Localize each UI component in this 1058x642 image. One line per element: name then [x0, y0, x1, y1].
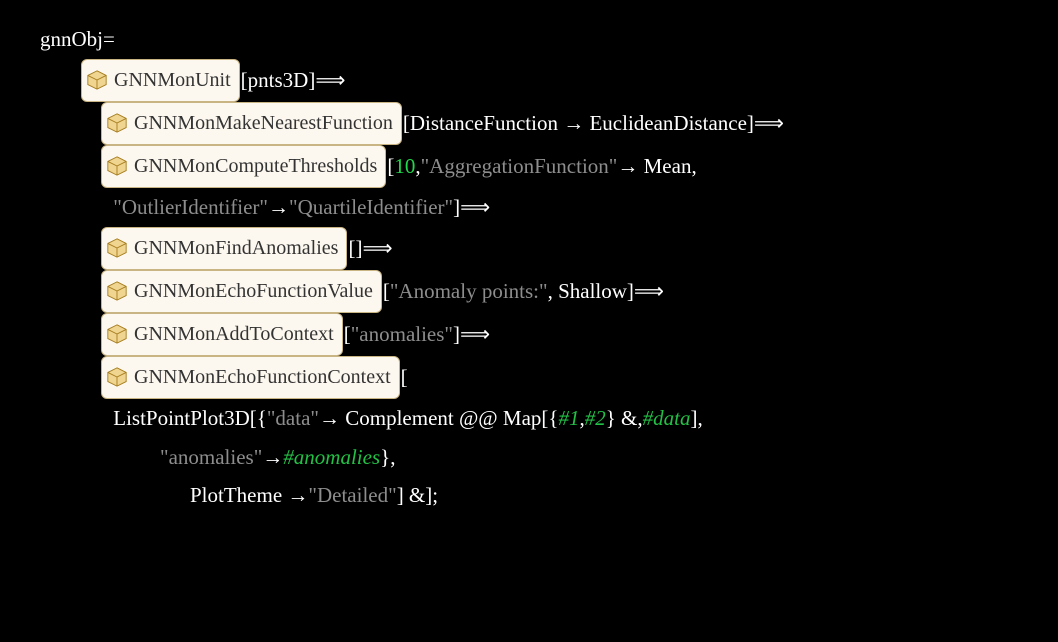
code-line-6: GNNMonFindAnomalies []⟹	[40, 227, 1018, 270]
close-brace: },	[380, 438, 395, 477]
slot-ref: #anomalies	[283, 438, 380, 477]
fn-label: GNNMonEchoFunctionContext	[134, 359, 391, 396]
fn-box-findanomalies[interactable]: GNNMonFindAnomalies	[101, 227, 347, 270]
fn-box-addtocontext[interactable]: GNNMonAddToContext	[101, 313, 343, 356]
code-line-7: GNNMonEchoFunctionValue [ "Anomaly point…	[40, 270, 1018, 313]
fn-label: GNNMonComputeThresholds	[134, 148, 377, 185]
option-key: PlotTheme →	[190, 476, 308, 515]
string-literal: "Anomaly points:"	[390, 272, 548, 311]
fn-box-echocontext[interactable]: GNNMonEchoFunctionContext	[101, 356, 400, 399]
fn-call: ListPointPlot3D[{	[113, 399, 267, 438]
assign-op: =	[103, 20, 115, 59]
fn-label: GNNMonAddToContext	[134, 316, 334, 353]
bracket-open: [	[401, 358, 408, 397]
string-literal: "anomalies"	[351, 315, 453, 354]
cube-icon	[106, 155, 128, 177]
number-literal: 10	[394, 147, 415, 186]
fn-label: GNNMonEchoFunctionValue	[134, 273, 373, 310]
code-block: gnnObj = GNNMonUnit [pnts3D]⟹ GNNMonMake…	[40, 20, 1018, 515]
arrow-expr: → Complement @@ Map[{	[319, 399, 558, 438]
fn-label: GNNMonFindAnomalies	[134, 230, 338, 267]
bracket-close: ]⟹	[453, 188, 490, 227]
code-line-9: GNNMonEchoFunctionContext [	[40, 356, 1018, 399]
fn-tail: ]⟹	[453, 315, 490, 354]
code-line-11: "anomalies" → #anomalies },	[40, 438, 1018, 477]
cube-icon	[86, 69, 108, 91]
code-line-3: GNNMonMakeNearestFunction [DistanceFunct…	[40, 102, 1018, 145]
string-literal: "Detailed"	[308, 476, 396, 515]
slot-ref: #2	[585, 399, 606, 438]
string-literal: "data"	[267, 399, 319, 438]
code-line-12: PlotTheme → "Detailed" ] &];	[40, 476, 1018, 515]
slot-ref: #data	[643, 399, 691, 438]
arrow-tail: → Mean,	[617, 147, 696, 186]
fn-label: GNNMonUnit	[114, 62, 231, 99]
cube-icon	[106, 323, 128, 345]
fn-box-makenearest[interactable]: GNNMonMakeNearestFunction	[101, 102, 402, 145]
string-literal: "QuartileIdentifier"	[289, 188, 453, 227]
cube-icon	[106, 237, 128, 259]
cube-icon	[106, 112, 128, 134]
code-line-2: GNNMonUnit [pnts3D]⟹	[40, 59, 1018, 102]
variable-name: gnnObj	[40, 20, 103, 59]
fn-label: GNNMonMakeNearestFunction	[134, 105, 393, 142]
code-line-1: gnnObj =	[40, 20, 1018, 59]
close-expr: ] &];	[397, 476, 438, 515]
fn-box-unit[interactable]: GNNMonUnit	[81, 59, 240, 102]
bracket-open: [	[387, 147, 394, 186]
code-line-10: ListPointPlot3D[{ "data" → Complement @@…	[40, 399, 1018, 438]
string-literal: "anomalies"	[160, 438, 262, 477]
fn-args: []⟹	[348, 229, 392, 268]
string-literal: "AggregationFunction"	[421, 147, 618, 186]
string-literal: "OutlierIdentifier"	[113, 188, 268, 227]
arrow: →	[262, 438, 283, 477]
cube-icon	[106, 280, 128, 302]
cube-icon	[106, 366, 128, 388]
code-line-5: "OutlierIdentifier" → "QuartileIdentifie…	[40, 188, 1018, 227]
fn-box-computethresholds[interactable]: GNNMonComputeThresholds	[101, 145, 386, 188]
close-brace: } &,	[606, 399, 643, 438]
code-line-4: GNNMonComputeThresholds [ 10 , "Aggregat…	[40, 145, 1018, 188]
slot-ref: #1	[558, 399, 579, 438]
arrow: →	[268, 188, 289, 227]
fn-args: [DistanceFunction → EuclideanDistance]⟹	[403, 104, 784, 143]
fn-args: [pnts3D]⟹	[241, 61, 346, 100]
bracket-open: [	[344, 315, 351, 354]
close-bracket: ],	[690, 399, 702, 438]
fn-box-echovalue[interactable]: GNNMonEchoFunctionValue	[101, 270, 382, 313]
code-line-8: GNNMonAddToContext [ "anomalies" ]⟹	[40, 313, 1018, 356]
fn-tail: , Shallow]⟹	[548, 272, 664, 311]
bracket-open: [	[383, 272, 390, 311]
